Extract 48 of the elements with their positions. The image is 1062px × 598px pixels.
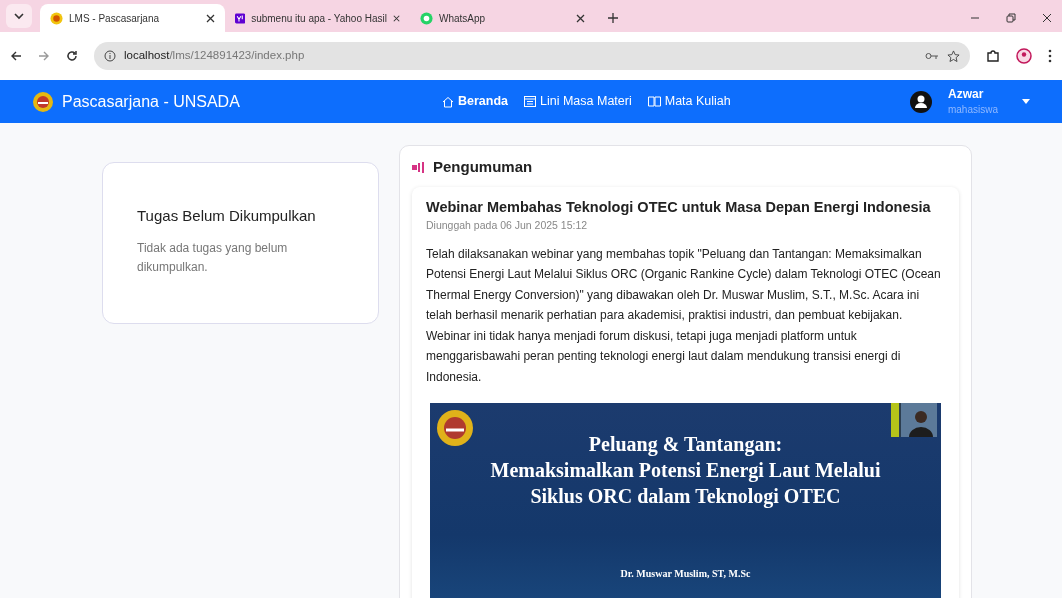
address-bar[interactable]: localhost/lms/124891423/index.php — [94, 42, 970, 70]
close-tab-icon[interactable] — [206, 13, 215, 23]
puzzle-icon[interactable] — [986, 49, 1000, 63]
post-title: Webinar Membahas Teknologi OTEC untuk Masa Depan Energi Indonesia — [426, 198, 932, 216]
section-title: Pengumuman — [433, 157, 533, 177]
emblem-icon — [436, 409, 474, 448]
url-text: localhost/lms/124891423/index.php — [124, 48, 305, 64]
nav-link[interactable]: Beranda — [442, 92, 509, 111]
new-tab-icon[interactable] — [607, 12, 619, 24]
post-body: Telah dilaksanakan webinar yang membahas topik "Peluang dan Tantangan: Memaksimalkan Potensi Energi Laut Melalui Siklus ORC (Organic Rankine Cycle) dalam Teknologi OTEC (Ocean Thermal Energy Conversion)" yang dibawakan oleh Dr. Muswar Muslim, S.T., M.Sc. Acara ini telah berhasil menarik perhatian para akademisi, praktisi industri, dan pembuat kebijakan. Webinar ini tidak hanya menjadi forum diskusi, tetapi juga menjadi platform untuk menggarisbawahi peran penting teknologi energi laut dalam mendukung transisi energi di Indonesia. — [426, 245, 942, 386]
profile-icon[interactable] — [1016, 48, 1032, 64]
chevron-down-icon — [14, 12, 24, 20]
slide-title-line: Peluang & Tantangan: — [588, 432, 783, 458]
emblem-icon — [50, 11, 63, 25]
info-icon — [104, 50, 116, 62]
slide-title-line: Memaksimalkan Potensi Energi Laut Melalui — [490, 458, 881, 484]
list-icon — [524, 96, 537, 107]
restore-icon[interactable] — [1006, 13, 1016, 23]
nav-link[interactable]: Mata Kuliah — [647, 92, 731, 111]
back-icon[interactable] — [10, 50, 22, 62]
megaphone-icon — [412, 161, 425, 173]
key-icon[interactable] — [925, 51, 939, 61]
browser-tab[interactable]: WhatsApp — [410, 4, 595, 32]
post-date: Diunggah pada 06 Jun 2025 15:12 — [426, 217, 589, 233]
book-icon — [647, 96, 661, 107]
user-name: Azwar — [947, 86, 985, 102]
home-icon — [442, 95, 454, 108]
user-role: mahasiswa — [947, 102, 998, 117]
emblem-icon — [32, 90, 54, 113]
slide-title-line: Siklus ORC dalam Teknologi OTEC — [530, 484, 841, 510]
reload-icon[interactable] — [66, 50, 78, 62]
card-title: Tugas Belum Dikumpulkan — [137, 207, 317, 225]
browser-tab[interactable]: LMS - Pascasarjana — [40, 4, 225, 32]
avatar-icon[interactable] — [909, 90, 932, 113]
presenter-name: Dr. Muswar Muslim, ST, M.Sc — [620, 567, 751, 582]
caret-icon[interactable] — [1022, 99, 1030, 104]
menu-icon[interactable] — [1048, 49, 1052, 63]
tab-search-button[interactable] — [6, 4, 32, 28]
close-tab-icon[interactable] — [576, 13, 585, 23]
empty-message: Tidak ada tugas yang belum dikumpulkan. — [137, 240, 289, 276]
browser-tab[interactable]: submenu itu apa - Yahoo Hasil — [225, 4, 410, 32]
brand-name[interactable]: Pascasarjana - UNSADA — [62, 89, 240, 114]
nav-link[interactable]: Lini Masa Materi — [524, 92, 632, 111]
forward-icon[interactable] — [38, 50, 50, 62]
star-icon[interactable] — [947, 49, 960, 63]
chat-bubble-icon — [420, 11, 433, 25]
close-tab-icon[interactable] — [392, 13, 400, 23]
close-icon[interactable] — [1042, 13, 1052, 23]
